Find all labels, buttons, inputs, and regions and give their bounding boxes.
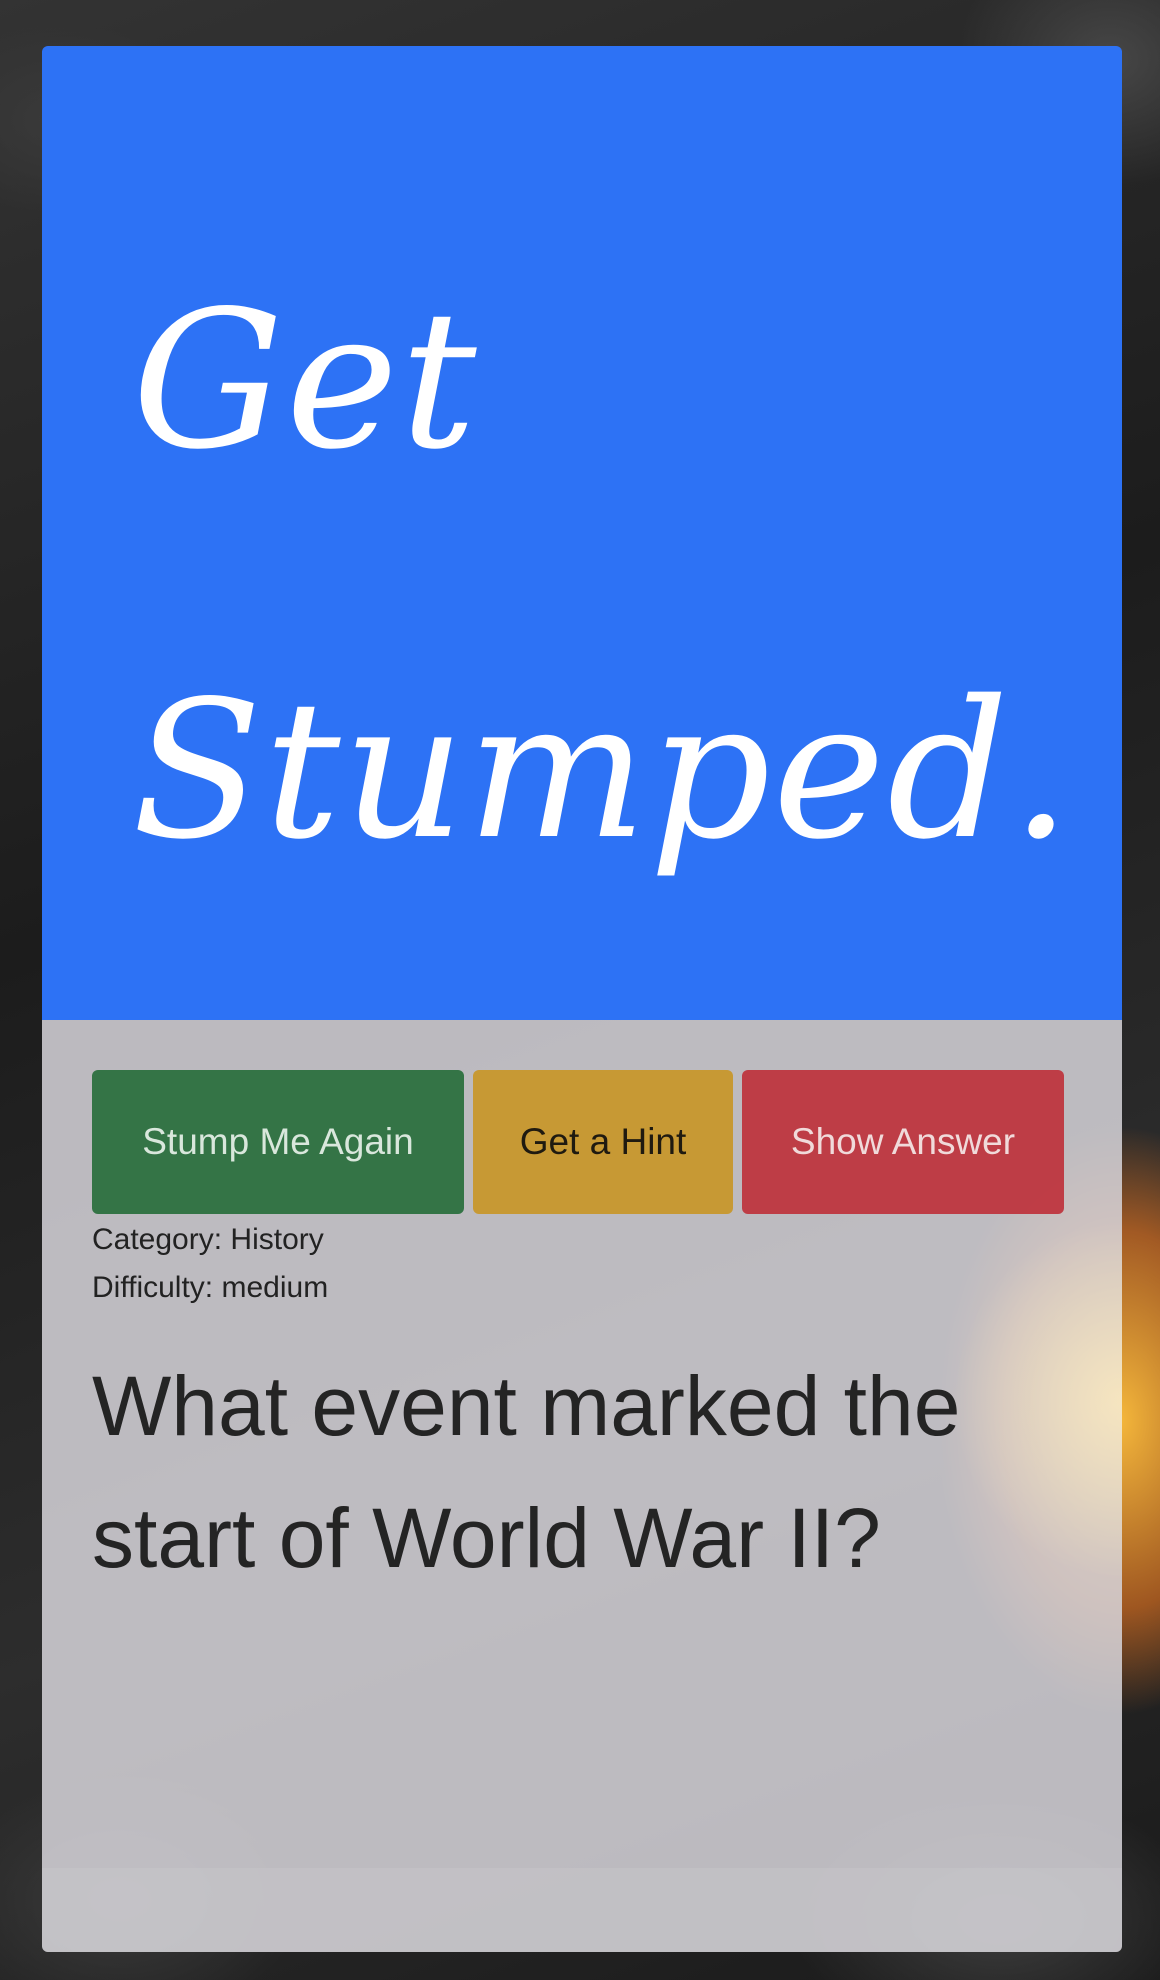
category-label: Category: [92, 1223, 223, 1256]
question-panel: Stump Me Again Get a Hint Show Answer Ca… [42, 1020, 1122, 1952]
action-buttons: Stump Me Again Get a Hint Show Answer [92, 1070, 1064, 1214]
question-text: What event marked the start of World War… [92, 1359, 961, 1585]
hero-banner: Get Stumped. [42, 46, 1122, 1020]
difficulty-label: Difficulty: [92, 1271, 214, 1304]
difficulty-value: medium [221, 1271, 329, 1304]
logo-line-1: Get [132, 270, 479, 491]
stump-me-again-button[interactable]: Stump Me Again [92, 1070, 464, 1214]
category-row: Category: History [92, 1216, 328, 1264]
panel-footer [42, 1868, 1122, 1952]
difficulty-row: Difficulty: medium [92, 1264, 328, 1312]
app-logo: Get Stumped. [132, 186, 1071, 946]
category-value: History [230, 1223, 324, 1256]
question-meta: Category: History Difficulty: medium [92, 1216, 328, 1312]
show-answer-button[interactable]: Show Answer [742, 1070, 1064, 1214]
trivia-card: Get Stumped. Stump Me Again Get a Hint S… [42, 46, 1122, 1952]
logo-line-2: Stumped. [132, 660, 1074, 881]
get-hint-button[interactable]: Get a Hint [473, 1070, 733, 1214]
